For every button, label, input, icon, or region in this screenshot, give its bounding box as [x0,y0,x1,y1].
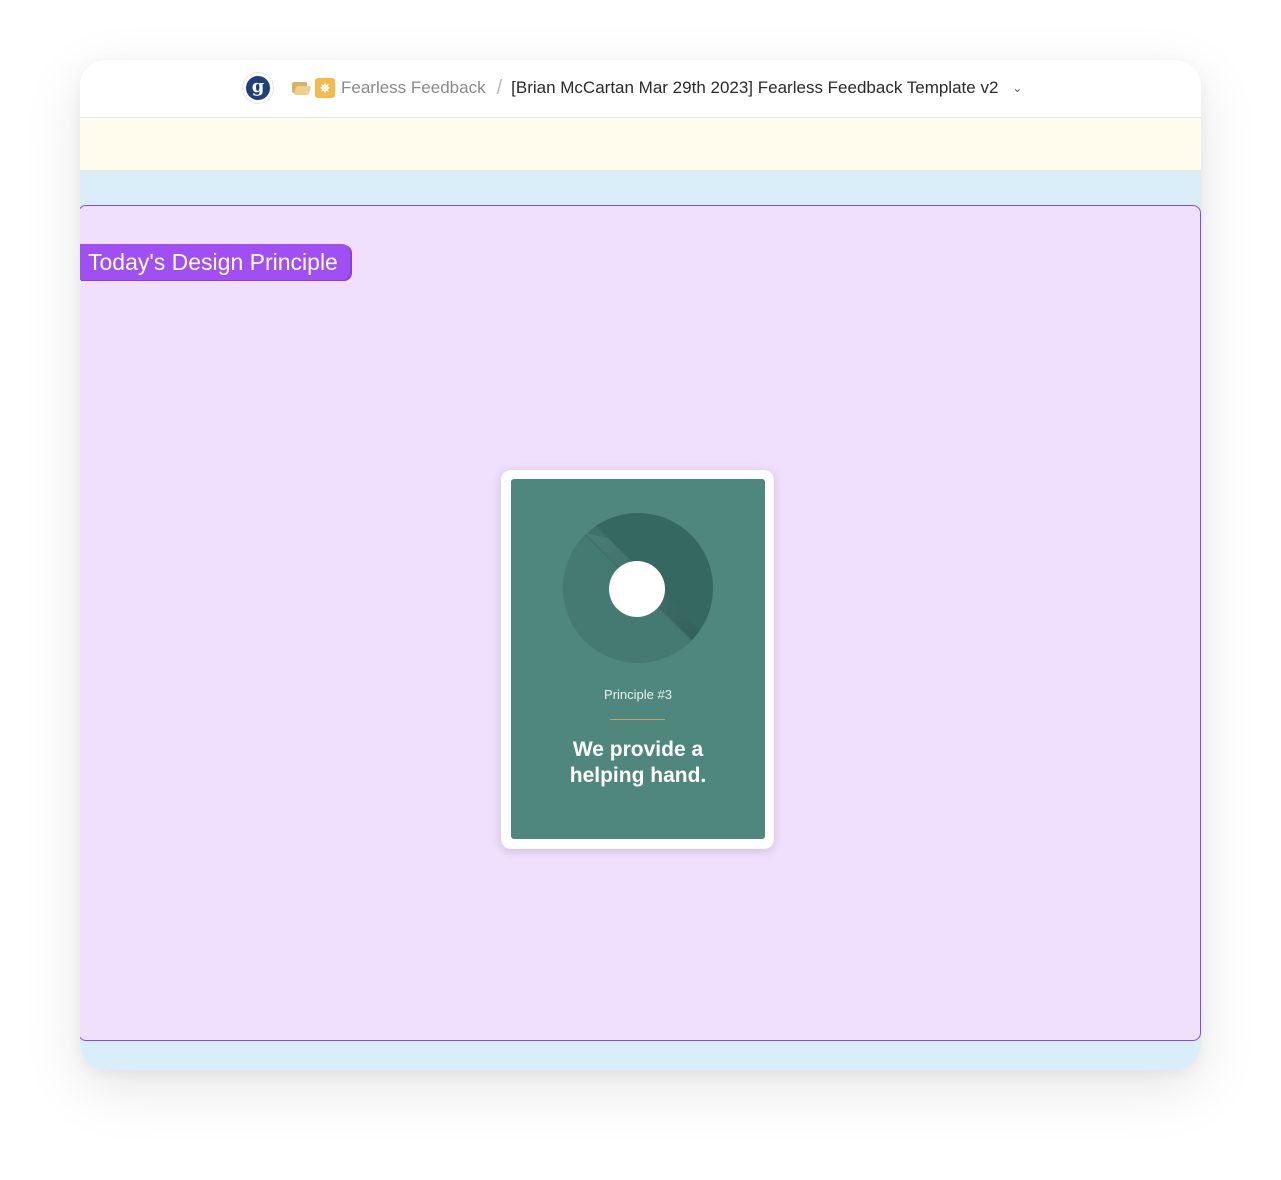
app-logo[interactable]: g [243,73,273,103]
chevron-down-icon[interactable]: ⌄ [1012,81,1022,95]
top-bar: g ✸ Fearless Feedback / [Brian McCartan … [80,60,1201,118]
principle-title-line-2: helping hand. [569,764,707,787]
principle-title-line-1: We provide a [572,738,704,761]
design-principle-frame[interactable]: Today's Design Principle Principle #3 We… [80,205,1201,1041]
principle-circle-icon [563,513,713,663]
folder-open-icon [291,78,312,98]
document-title[interactable]: [Brian McCartan Mar 29th 2023] Fearless … [511,78,998,98]
notice-bar [80,118,1201,171]
breadcrumb: ✸ Fearless Feedback / [Brian McCartan Ma… [291,76,1022,100]
frame-label[interactable]: Today's Design Principle [80,244,350,280]
app-window: g ✸ Fearless Feedback / [Brian McCartan … [80,60,1201,1070]
breadcrumb-separator: / [496,76,503,99]
divider [610,719,665,720]
whiteboard-canvas[interactable]: Today's Design Principle Principle #3 We… [80,171,1201,1070]
principle-number: Principle #3 [604,687,672,702]
principle-title: We provide a helping hand. [511,737,765,789]
principle-card-face: Principle #3 We provide a helping hand. [511,479,765,839]
app-logo-letter: g [246,76,270,100]
breadcrumb-parent-link[interactable]: Fearless Feedback [341,78,486,98]
sparkle-icon: ✸ [315,78,335,98]
principle-card[interactable]: Principle #3 We provide a helping hand. [501,470,774,849]
